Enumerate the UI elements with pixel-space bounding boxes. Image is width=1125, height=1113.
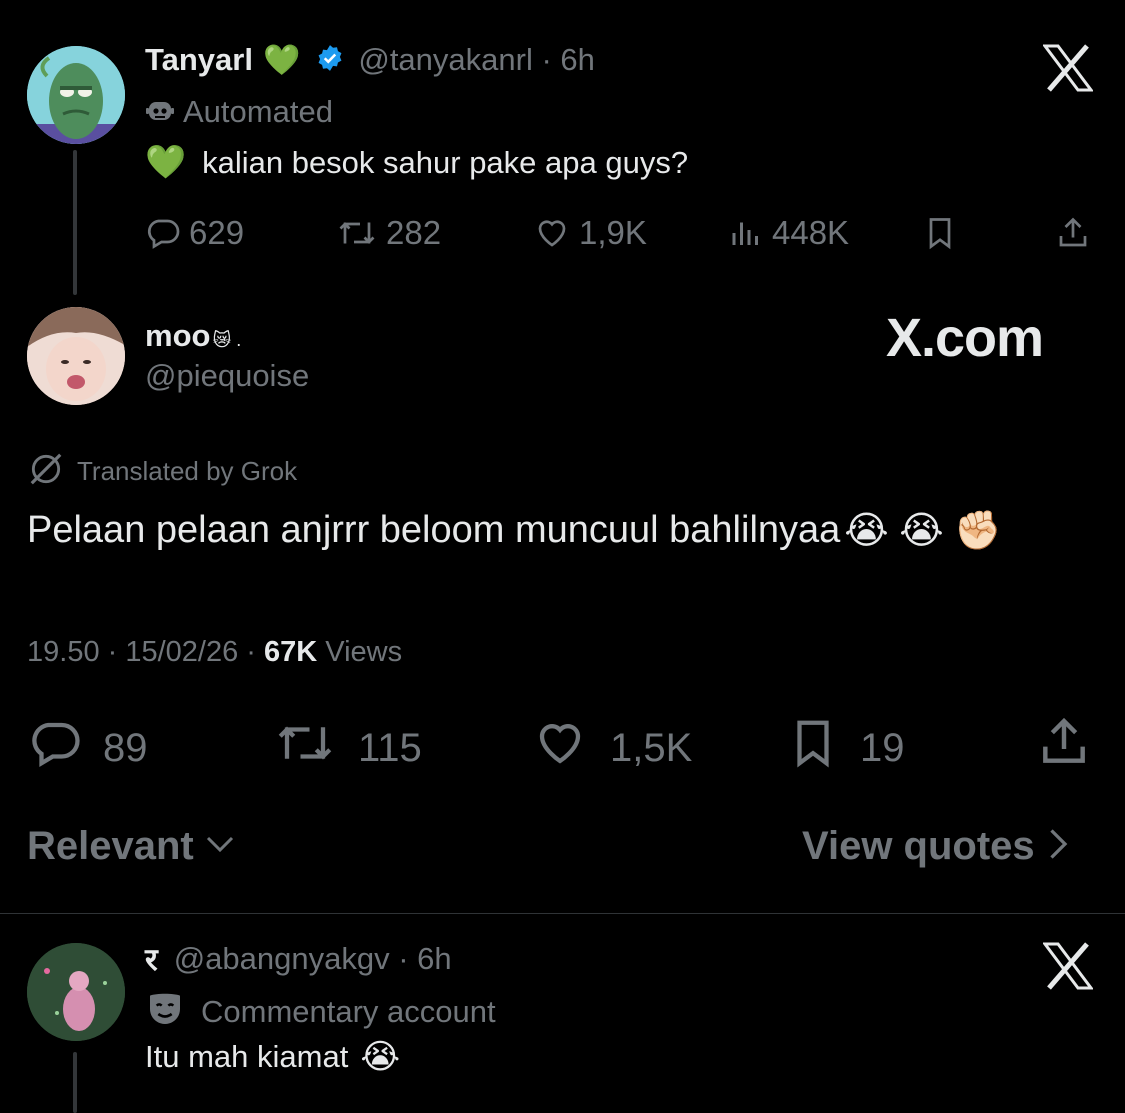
timestamp[interactable]: 19.50 · 15/02/26 · — [27, 636, 264, 668]
share-button[interactable] — [1036, 712, 1092, 782]
repost-button[interactable]: 282 — [336, 214, 441, 252]
bookmark-icon — [786, 712, 840, 784]
tweet1-header: Tanyarl 💚 @tanyakanrl · 6h — [145, 42, 595, 78]
crying-emoji: 😭 — [360, 1038, 401, 1076]
repost-button[interactable]: 115 — [272, 716, 422, 780]
tweet1-text: 💚 kalian besok sahur pake apa guys? — [145, 143, 688, 182]
reply-icon — [145, 215, 181, 251]
avatar-fish-image — [27, 46, 125, 144]
tweet-text: Pelaan pelaan anjrrr beloom muncuul bahl… — [27, 509, 841, 551]
handle-and-time[interactable]: @tanyakanrl · 6h — [358, 42, 595, 78]
display-name[interactable]: र — [145, 938, 158, 980]
bookmark-button[interactable] — [922, 214, 958, 252]
chevron-right-icon — [1045, 826, 1073, 867]
bookmark-count: 19 — [860, 725, 905, 770]
like-count: 1,5K — [610, 725, 693, 770]
reply-count: 629 — [189, 214, 245, 251]
avatar-garden-image — [27, 943, 125, 1041]
reply-header: र @abangnyakgv · 6h — [145, 938, 452, 980]
automated-label: Automated — [145, 94, 333, 130]
thread-line — [73, 1052, 77, 1113]
heart-icon — [533, 215, 571, 251]
repost-icon — [336, 215, 378, 251]
like-count: 1,9K — [579, 214, 647, 251]
theater-masks-icon — [145, 989, 185, 1034]
thread-line — [73, 150, 77, 295]
tweet-text: kalian besok sahur pake apa guys? — [202, 144, 689, 180]
view-quotes-link[interactable]: View quotes — [802, 824, 1073, 869]
divider — [0, 913, 1125, 914]
name-emoji: 😿 . — [212, 330, 242, 350]
green-heart-emoji: 💚 — [145, 143, 187, 180]
robot-icon — [145, 95, 175, 130]
commentary-text: Commentary account — [201, 993, 496, 1029]
avatar[interactable] — [27, 943, 125, 1041]
repost-icon — [272, 716, 338, 780]
chevron-down-icon — [202, 826, 238, 867]
x-logo-icon[interactable] — [1042, 942, 1094, 995]
bookmark-icon — [922, 214, 958, 252]
repost-count: 115 — [358, 725, 422, 770]
share-icon — [1036, 712, 1092, 782]
analytics-icon — [728, 215, 764, 251]
tweet2-header: moo 😿 . — [145, 318, 241, 354]
views-count: 67K — [264, 636, 318, 668]
share-icon — [1055, 214, 1091, 252]
emoji-group: 😭 😭 ✊🏻 — [844, 510, 1002, 552]
views-button[interactable]: 448K — [728, 214, 849, 252]
repost-count: 282 — [386, 214, 442, 251]
avatar-person-image — [27, 307, 125, 405]
reply-text: Itu mah kiamat 😭 — [145, 1037, 400, 1077]
views-label: Views — [317, 636, 403, 668]
handle-and-time[interactable]: @abangnyakgv · 6h — [174, 941, 452, 977]
verified-badge-icon — [316, 44, 344, 77]
green-heart-emoji: 💚 — [262, 43, 301, 77]
handle[interactable]: @piequoise — [145, 358, 309, 394]
tweet-meta: 19.50 · 15/02/26 · 67K Views — [27, 636, 402, 669]
heart-icon — [530, 716, 590, 780]
like-button[interactable]: 1,5K — [530, 716, 692, 780]
display-name[interactable]: moo — [145, 318, 210, 354]
display-name[interactable]: Tanyarl — [145, 42, 253, 78]
bookmark-button[interactable]: 19 — [786, 712, 905, 784]
share-button[interactable] — [1055, 214, 1091, 252]
views-count: 448K — [772, 214, 850, 251]
translated-by-grok[interactable]: Translated by Grok — [27, 450, 297, 493]
reply-button[interactable]: 89 — [27, 716, 148, 780]
tweet-text: Itu mah kiamat — [145, 1039, 349, 1074]
tweet2-text: Pelaan pelaan anjrrr beloom muncuul bahl… — [27, 508, 1002, 553]
reply-count: 89 — [103, 725, 148, 770]
avatar[interactable] — [27, 46, 125, 144]
x-com-watermark: X.com — [886, 308, 1044, 368]
avatar[interactable] — [27, 307, 125, 405]
reply-icon — [27, 716, 83, 780]
view-quotes-label: View quotes — [802, 824, 1035, 868]
commentary-label: Commentary account — [145, 989, 496, 1034]
grok-icon — [27, 450, 65, 493]
sort-dropdown[interactable]: Relevant — [27, 824, 238, 869]
translated-label: Translated by Grok — [77, 456, 298, 486]
reply-button[interactable]: 629 — [145, 214, 244, 252]
x-logo-icon[interactable] — [1042, 44, 1094, 97]
sort-label: Relevant — [27, 824, 194, 868]
like-button[interactable]: 1,9K — [533, 214, 647, 252]
automated-text: Automated — [183, 94, 333, 129]
